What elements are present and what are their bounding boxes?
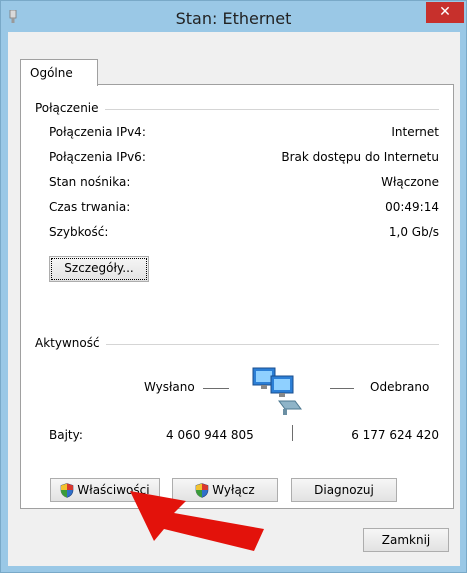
sent-label: Wysłano: [144, 380, 195, 394]
duration-value: 00:49:14: [385, 200, 439, 214]
title-bar[interactable]: Stan: Ethernet ✕: [1, 1, 466, 33]
window-title: Stan: Ethernet: [175, 9, 292, 28]
connection-section-title: Połączenie: [35, 101, 105, 115]
bytes-sent-value: 4 060 944 805: [166, 428, 254, 442]
red-pointer-arrow: [130, 491, 264, 551]
ipv6-label: Połączenia IPv6:: [49, 150, 146, 164]
bytes-label: Bajty:: [49, 428, 83, 442]
uac-shield-icon: [61, 483, 74, 498]
tab-general[interactable]: Ogólne: [20, 59, 98, 86]
close-button[interactable]: Zamknij: [363, 528, 449, 552]
network-computers-icon: [252, 367, 302, 415]
ipv4-label: Połączenia IPv4:: [49, 125, 146, 139]
activity-center-tick: [292, 425, 293, 441]
diagnose-button[interactable]: Diagnozuj: [291, 478, 397, 502]
general-panel: Połączenie Połączenia IPv4: Internet Poł…: [20, 84, 454, 509]
media-state-value: Włączone: [381, 175, 439, 189]
received-connector-line: [330, 388, 354, 389]
status-window: Stan: Ethernet ✕ Ogólne Połączenie Połąc…: [0, 0, 467, 573]
ipv4-value: Internet: [391, 125, 439, 139]
ipv6-value: Brak dostępu do Internetu: [281, 150, 439, 164]
details-button[interactable]: Szczegóły...: [49, 256, 149, 282]
bytes-received-value: 6 177 624 420: [351, 428, 439, 442]
tab-general-label: Ogólne: [30, 66, 73, 80]
media-state-label: Stan nośnika:: [49, 175, 131, 189]
sent-connector-line: [203, 388, 229, 389]
speed-label: Szybkość:: [49, 225, 109, 239]
speed-value: 1,0 Gb/s: [388, 225, 439, 239]
dialog-client-area: Ogólne Połączenie Połączenia IPv4: Inter…: [8, 32, 460, 566]
close-window-button[interactable]: ✕: [426, 2, 464, 23]
received-label: Odebrano: [370, 380, 430, 394]
duration-label: Czas trwania:: [49, 200, 131, 214]
activity-section-title: Aktywność: [35, 336, 106, 350]
